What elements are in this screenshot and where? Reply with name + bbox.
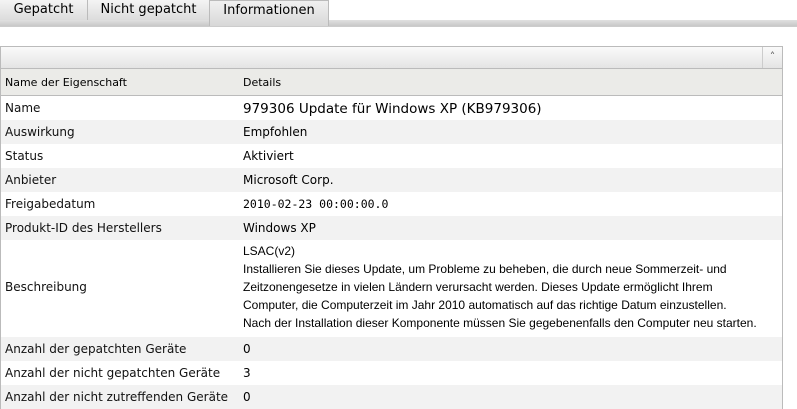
property-name: Status <box>5 149 44 163</box>
property-name: Produkt-ID des Herstellers <box>5 221 162 235</box>
property-value: 2010-02-23 00:00:00.0 <box>243 197 389 211</box>
table-row: Anzahl der nicht zutreffenden Geräte 0 <box>1 385 782 409</box>
table-row: Name 979306 Update für Windows XP (KB9793… <box>1 96 782 120</box>
tab-bar-strip <box>0 20 797 26</box>
property-name: Freigabedatum <box>5 197 96 211</box>
property-name: Anzahl der nicht zutreffenden Geräte <box>5 390 229 404</box>
property-name: Auswirkung <box>5 125 75 139</box>
property-value: 979306 Update für Windows XP (KB979306) <box>243 101 542 117</box>
table-header: Name der Eigenschaft Details <box>1 69 782 96</box>
property-value: Windows XP <box>243 221 316 235</box>
description-line: Zeitzonengesetze in vielen Ländern verur… <box>243 280 713 294</box>
table-row: Anzahl der nicht gepatchten Geräte 3 <box>1 361 782 385</box>
table-body: Name 979306 Update für Windows XP (KB9793… <box>1 96 782 409</box>
tab-bar: Gepatcht Nicht gepatcht Informationen <box>0 0 797 27</box>
panel-header: ˄ <box>1 47 782 69</box>
table-row: Beschreibung LSAC(v2) Installieren Sie d… <box>1 240 782 337</box>
description-title: LSAC(v2) <box>243 244 296 258</box>
table-row: Freigabedatum 2010-02-23 00:00:00.0 <box>1 192 782 216</box>
description-line: Nach der Installation dieser Komponente … <box>243 316 757 330</box>
description-line: Installieren Sie dieses Update, um Probl… <box>243 262 727 276</box>
tab-nicht-gepatcht[interactable]: Nicht gepatcht <box>88 0 210 20</box>
tab-gepatcht[interactable]: Gepatcht <box>0 0 88 20</box>
table-row: Anzahl der gepatchten Geräte 0 <box>1 337 782 361</box>
tab-informationen[interactable]: Informationen <box>209 0 329 26</box>
description-value: LSAC(v2) Installieren Sie dieses Update,… <box>243 242 757 332</box>
collapse-chevron-up-icon[interactable]: ˄ <box>762 47 782 68</box>
properties-panel: ˄ Name der Eigenschaft Details Name 97930… <box>0 46 783 409</box>
property-name: Name <box>5 101 41 115</box>
property-value: 0 <box>243 390 251 404</box>
property-value: Aktiviert <box>243 149 294 163</box>
property-name: Anzahl der gepatchten Geräte <box>5 342 187 356</box>
property-name: Beschreibung <box>5 280 87 294</box>
property-name: Anbieter <box>5 173 57 187</box>
table-row: Auswirkung Empfohlen <box>1 120 782 144</box>
property-value: 3 <box>243 366 251 380</box>
description-line: Computer, die Computerzeit im Jahr 2010 … <box>243 298 727 312</box>
table-row: Produkt-ID des Herstellers Windows XP <box>1 216 782 240</box>
table-row: Anbieter Microsoft Corp. <box>1 168 782 192</box>
column-header-details: Details <box>243 76 282 89</box>
property-value: 0 <box>243 342 251 356</box>
table-row: Status Aktiviert <box>1 144 782 168</box>
property-value: Empfohlen <box>243 125 308 139</box>
column-header-property: Name der Eigenschaft <box>5 76 127 89</box>
property-value: Microsoft Corp. <box>243 173 334 187</box>
property-name: Anzahl der nicht gepatchten Geräte <box>5 366 221 380</box>
